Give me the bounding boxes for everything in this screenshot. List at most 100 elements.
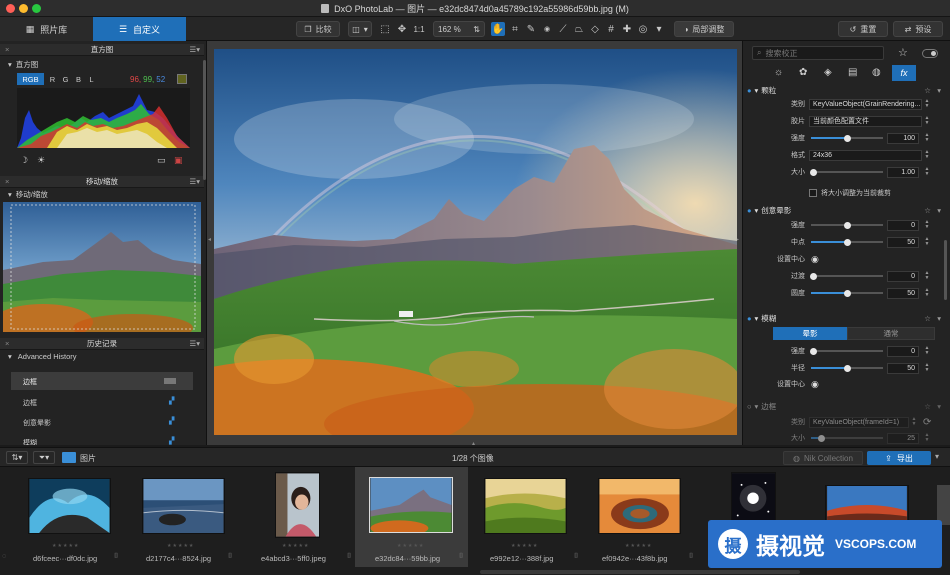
enable-icon[interactable]: ● (747, 206, 752, 215)
tab-customize[interactable]: ☰ 自定义 (93, 17, 186, 41)
stepper-icon[interactable]: ▲ ▼ (924, 288, 930, 299)
red-eye-icon[interactable]: ◉ (540, 22, 554, 36)
move-zoom-subheader[interactable]: ▾ 移动/缩放 (8, 189, 198, 200)
perspective-icon[interactable]: ⏢ (572, 22, 586, 36)
shadow-clip-icon[interactable]: ☽ (20, 155, 28, 166)
volume-deformation-icon[interactable]: ◇ (588, 22, 602, 36)
target-icon[interactable]: ◉ (811, 379, 819, 390)
grain-film-select[interactable]: 当前颜色配置文件 (809, 115, 922, 127)
vignette-midpoint-value[interactable]: 50 (887, 236, 919, 248)
eye-icon[interactable]: ◎ (636, 22, 650, 36)
enable-icon[interactable]: ● (747, 86, 752, 95)
geometry-palette-icon[interactable]: ▤ (848, 67, 857, 78)
right-panel-scrollbar[interactable] (944, 240, 947, 300)
filmstrip-thumb[interactable]: ★★★★★ d6fceec···df0dc.jpg ◌ ⌷ (0, 467, 120, 567)
watermark-palette-icon[interactable]: ◍ (872, 67, 881, 78)
stepper-icon[interactable]: ▲ ▼ (924, 133, 930, 144)
info-icon[interactable]: ◌ (2, 553, 6, 560)
channel-tab-l[interactable]: L (86, 73, 97, 85)
toggle-switch[interactable] (922, 49, 938, 58)
grain-section-header[interactable]: ● ▾ 颗粒 ☆ ▾ (747, 84, 945, 96)
camera-icon[interactable]: ⌷ (347, 553, 351, 561)
zoom-dropdown[interactable]: 162 % ⇅ (433, 21, 485, 37)
enable-icon[interactable]: ○ (747, 402, 752, 411)
chevron-down-icon[interactable]: ▾ (937, 402, 941, 411)
grid-overlay-icon[interactable]: # (604, 22, 618, 36)
target-icon[interactable]: ◉ (811, 254, 819, 265)
channel-tab-rgb[interactable]: RGB (17, 73, 44, 85)
slider-knob[interactable] (810, 168, 817, 176)
tab-photo-library[interactable]: ▦ 照片库 (0, 17, 93, 41)
grain-format-select[interactable]: 24x36 (809, 149, 922, 161)
panel-menu-icon[interactable]: ☰▾ (190, 177, 201, 186)
export-button[interactable]: ⇪ 导出 (867, 451, 931, 465)
blur-intensity-slider[interactable] (811, 350, 883, 352)
stepper-icon[interactable]: ▲ ▼ (924, 346, 930, 357)
histogram-subheader[interactable]: ▾ 直方图 (8, 59, 198, 70)
vignette-intensity-value[interactable]: 0 (887, 219, 919, 231)
camera-icon[interactable]: ⌷ (459, 553, 463, 561)
slider-knob[interactable] (810, 347, 817, 355)
view-mode-dropdown[interactable]: ◫ ▾ (348, 21, 372, 37)
filmstrip-thumb[interactable]: ★★★★★ e4abcd3···5ff0.jpeg ⌷ (240, 467, 355, 567)
main-photo[interactable] (214, 49, 737, 435)
slider-knob[interactable] (810, 272, 817, 280)
repair-icon[interactable]: ✚ (620, 22, 634, 36)
minimize-window-button[interactable] (19, 4, 28, 13)
history-item-selected[interactable]: 边框 (11, 372, 193, 390)
slider-knob[interactable] (844, 134, 851, 142)
fit-crop-checkbox[interactable] (809, 189, 817, 197)
filmstrip-thumb[interactable]: ★★★★★ e992e12···388f.jpg ⌷ (468, 467, 583, 567)
panel-menu-icon[interactable]: ☰▾ (190, 45, 201, 54)
filmstrip-thumb-selected[interactable]: ★★★★★ e32dc84···59bb.jpg ⌷ (355, 467, 468, 567)
channel-tab-b[interactable]: B (73, 73, 84, 85)
horizon-icon[interactable]: ⟋ (556, 22, 570, 36)
history-subheader[interactable]: ▾ Advanced History (8, 351, 198, 362)
dropdown-arrows-icon[interactable]: ▲ ▼ (911, 417, 917, 428)
star-icon[interactable]: ☆ (924, 314, 931, 323)
vignette-section-header[interactable]: ● ▾ 创意晕影 ☆ ▾ (747, 204, 945, 216)
frame-type-select[interactable]: KeyValueObject(frameId=1) (809, 416, 909, 428)
filter-icon[interactable]: ⏷▾ (33, 451, 55, 464)
vignette-transition-value[interactable]: 0 (887, 270, 919, 282)
grain-intensity-value[interactable]: 100 (887, 132, 919, 144)
camera-icon[interactable]: ⌷ (574, 553, 578, 561)
fit-icon[interactable]: ⬚ (378, 22, 392, 36)
crop-icon[interactable]: ⌗ (508, 22, 522, 36)
blur-intensity-value[interactable]: 0 (887, 345, 919, 357)
history-item[interactable]: 创意晕影 ▞ (11, 414, 193, 430)
left-panel-scrollbar[interactable] (203, 60, 206, 180)
collapse-left-icon[interactable]: ◂ (208, 236, 211, 243)
camera-icon[interactable]: ⌷ (228, 553, 232, 561)
star-icon[interactable]: ☆ (924, 206, 931, 215)
hand-tool-icon[interactable]: ✋ (491, 22, 505, 36)
chevron-down-icon[interactable]: ▾ (935, 452, 939, 461)
zoom-window-button[interactable] (32, 4, 41, 13)
stepper-icon[interactable]: ▲ ▼ (924, 433, 930, 444)
blur-tab-vignette[interactable]: 晕影 (773, 327, 847, 340)
light-palette-icon[interactable]: ☼ (774, 67, 783, 78)
thumb-partial[interactable] (937, 485, 950, 525)
reset-button[interactable]: ↺ 重置 (838, 21, 888, 37)
filmstrip-scrollbar[interactable] (480, 570, 800, 574)
dropdown-arrows-icon[interactable]: ▲ ▼ (924, 99, 930, 110)
frame-section-header[interactable]: ○ ▾ 边框 ☆ ▾ (747, 400, 945, 412)
highlight-clip-icon[interactable]: ☀ (37, 155, 45, 166)
channel-tab-r[interactable]: R (47, 73, 58, 85)
slider-knob[interactable] (844, 364, 851, 372)
chevron-down-icon[interactable]: ▾ (652, 22, 666, 36)
move-icon[interactable]: ✥ (395, 22, 409, 36)
grain-size-value[interactable]: 1.00 (887, 166, 919, 178)
grain-size-slider[interactable] (811, 171, 883, 173)
detail-palette-icon[interactable]: ◈ (824, 67, 832, 78)
compare-button[interactable]: ❐ 比较 (296, 21, 340, 37)
dropdown-arrows-icon[interactable]: ▲ ▼ (924, 116, 930, 127)
preset-button[interactable]: ⇄ 预设 (893, 21, 943, 37)
close-icon[interactable]: × (5, 339, 9, 348)
chevron-down-icon[interactable]: ▾ (937, 86, 941, 95)
blur-section-header[interactable]: ● ▾ 模糊 ☆ ▾ (747, 312, 945, 324)
slider-knob[interactable] (844, 221, 851, 229)
grain-type-select[interactable]: KeyValueObject(GrainRendering... (809, 98, 922, 110)
display-icon[interactable]: ▭ (157, 155, 166, 166)
nik-collection-button[interactable]: ◍ Nik Collection (783, 451, 863, 465)
